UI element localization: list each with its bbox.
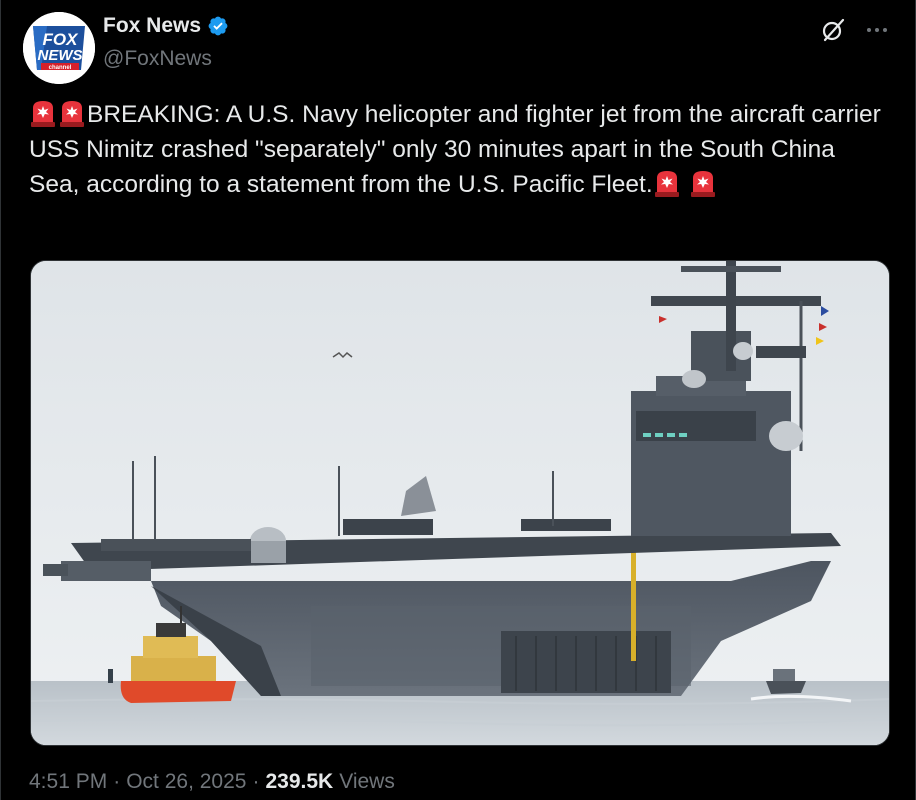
more-icon <box>867 28 887 32</box>
police-light-icon <box>690 171 715 197</box>
author-name[interactable]: Fox News <box>103 14 201 38</box>
tweet-body: BREAKING: A U.S. Navy helicopter and fig… <box>29 101 881 198</box>
police-light-icon <box>60 101 84 127</box>
police-light-icon <box>31 101 55 127</box>
police-light-icon <box>654 171 679 197</box>
views-label: Views <box>339 770 395 793</box>
tweet-container: FOX NEWS channel Fox News @FoxNews BREAK… <box>0 0 916 800</box>
meta-separator: · <box>113 770 121 793</box>
tweet-time[interactable]: 4:51 PM <box>29 770 107 794</box>
tweet-date[interactable]: Oct 26, 2025 <box>126 770 246 794</box>
fox-news-logo-icon: FOX NEWS channel <box>23 12 95 84</box>
meta-separator: · <box>252 770 260 793</box>
svg-text:channel: channel <box>49 65 72 71</box>
svg-text:NEWS: NEWS <box>38 47 83 64</box>
author-handle[interactable]: @FoxNews <box>103 47 212 71</box>
tweet-photo[interactable] <box>30 260 890 746</box>
grok-button[interactable] <box>819 16 847 44</box>
verified-badge-icon <box>208 16 228 36</box>
tweet-text: BREAKING: A U.S. Navy helicopter and fig… <box>29 97 889 202</box>
more-options-button[interactable] <box>863 16 891 44</box>
author-name-row[interactable]: Fox News <box>103 14 229 38</box>
aircraft-carrier-photo <box>31 261 889 745</box>
grok-icon <box>822 18 845 42</box>
views-count: 239.5K <box>265 770 334 793</box>
tweet-meta: 4:51 PM · Oct 26, 2025 · 239.5K Views <box>29 770 395 794</box>
author-avatar[interactable]: FOX NEWS channel <box>23 12 95 84</box>
